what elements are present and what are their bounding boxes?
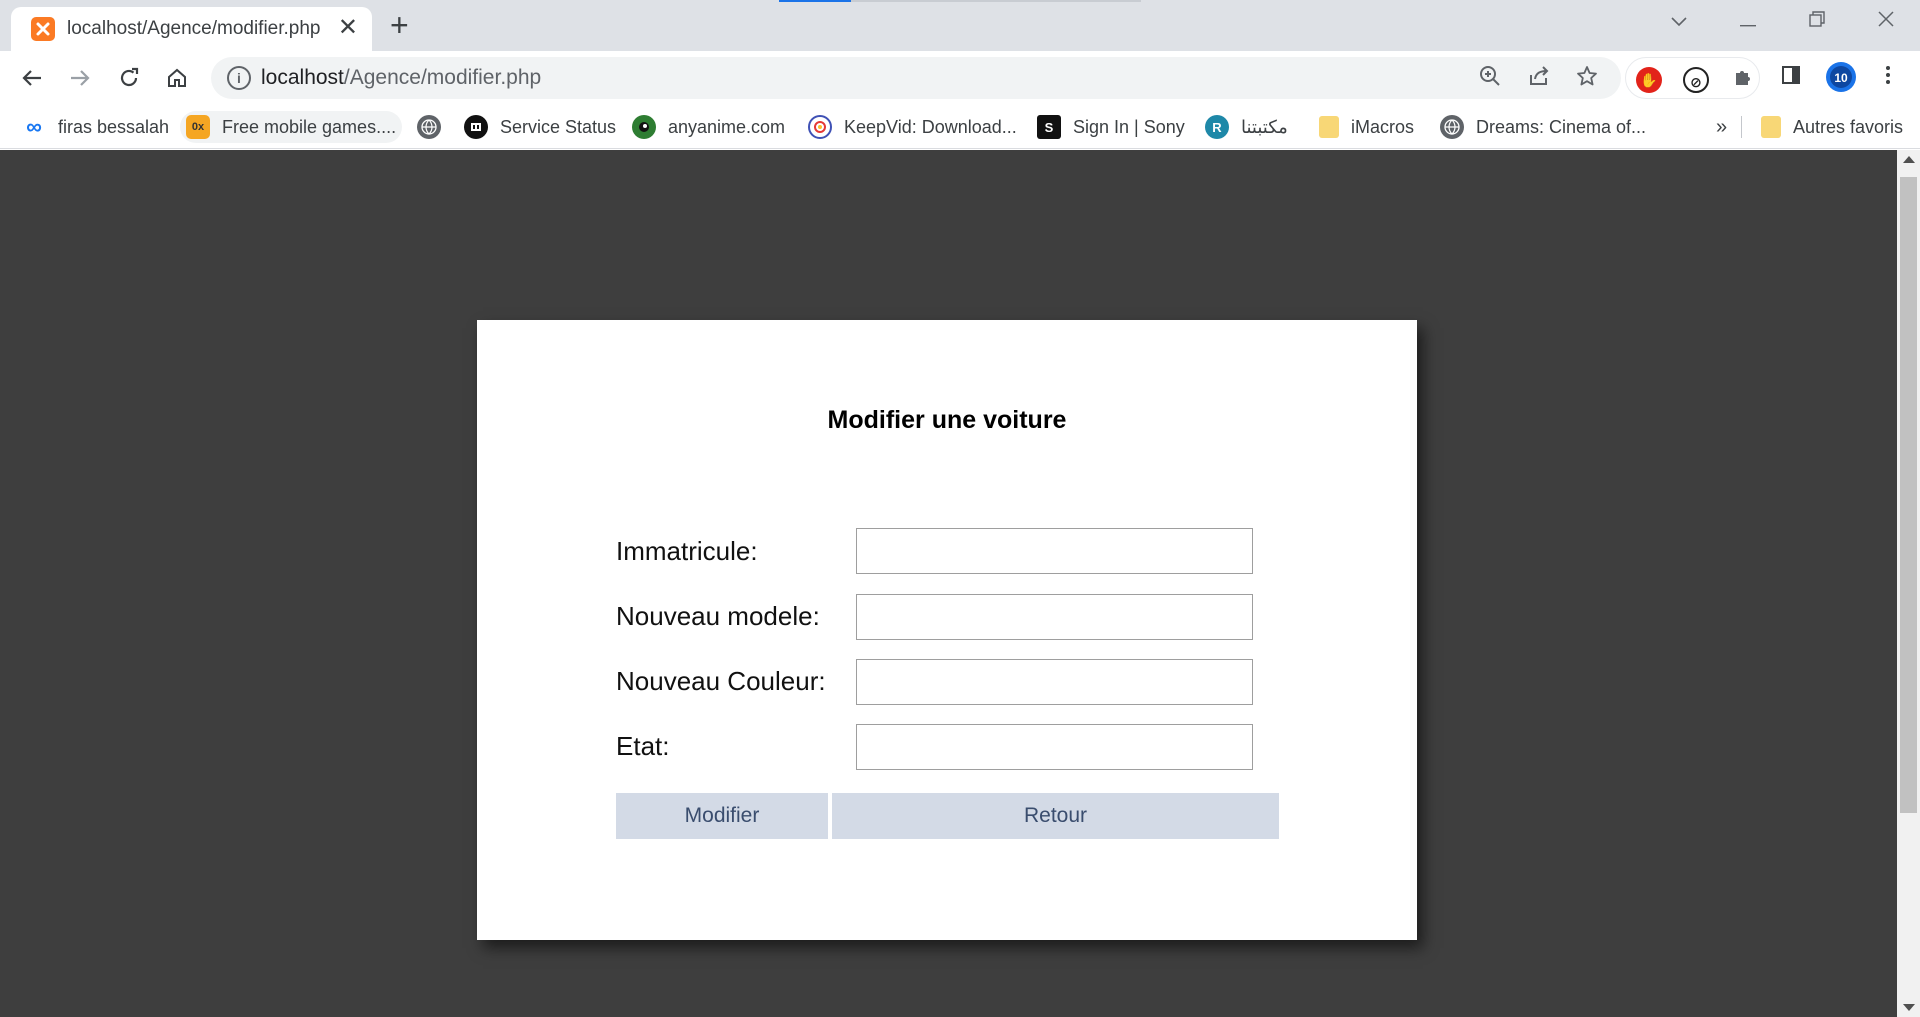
address-bar[interactable]: i localhost/Agence/modifier.php	[211, 57, 1621, 99]
bookmarks-overflow-button[interactable]: »	[1710, 111, 1733, 143]
extensions-area: ✋ ⊘	[1625, 57, 1760, 99]
back-icon[interactable]	[14, 60, 50, 96]
anyanime-icon	[632, 115, 656, 139]
tab-indicator	[779, 0, 851, 2]
service-status-icon	[464, 115, 488, 139]
scroll-down-arrow-icon[interactable]	[1903, 1004, 1915, 1011]
side-panel-icon[interactable]	[1776, 63, 1806, 93]
scrollbar-thumb[interactable]	[1900, 177, 1917, 813]
xampp-icon	[31, 17, 55, 41]
bookmark-dreams-cinema[interactable]: Dreams: Cinema of...	[1434, 111, 1652, 143]
link-extension-icon[interactable]: ⊘	[1683, 67, 1709, 93]
etat-label: Etat:	[616, 731, 670, 761]
extensions-puzzle-icon[interactable]	[1730, 67, 1756, 93]
bookmark-label: firas bessalah	[58, 116, 170, 137]
other-bookmarks-label: Autres favoris	[1793, 116, 1904, 137]
new-tab-button[interactable]: +	[390, 9, 409, 41]
bookmark-label: Service Status	[500, 116, 617, 137]
globe-icon	[1440, 115, 1464, 139]
bookmark-maktabatuna[interactable]: R مكتبتنا	[1199, 111, 1294, 143]
nouveau-couleur-input[interactable]	[856, 659, 1253, 705]
globe-icon	[417, 115, 441, 139]
tab-search-chevron-icon[interactable]	[1659, 6, 1699, 36]
bookmark-label: Free mobile games....	[222, 116, 397, 137]
bookmark-star-icon[interactable]	[1573, 65, 1601, 93]
bookmark-label: anyanime.com	[668, 116, 786, 137]
bookmark-label: Sign In | Sony	[1073, 116, 1185, 137]
minimize-icon[interactable]	[1728, 6, 1768, 36]
restore-icon[interactable]	[1797, 6, 1837, 36]
bookmark-anyanime[interactable]: anyanime.com	[626, 111, 791, 143]
bookmark-sony[interactable]: S Sign In | Sony	[1031, 111, 1191, 143]
forward-icon[interactable]	[62, 60, 98, 96]
chrome-menu-icon[interactable]	[1873, 63, 1903, 93]
tab-strip: localhost/Agence/modifier.php ✕ +	[0, 0, 1920, 51]
profile-avatar-icon[interactable]: 10	[1825, 61, 1856, 92]
bookmark-keepvid[interactable]: KeepVid: Download...	[802, 111, 1023, 143]
url-host: localhost	[261, 66, 344, 89]
games-icon: 0x	[186, 115, 210, 139]
nouveau-modele-label: Nouveau modele:	[616, 601, 820, 631]
immatricule-label: Immatricule:	[616, 536, 758, 566]
bookmark-firas-bessalah[interactable]: ∞ firas bessalah	[16, 111, 175, 143]
scroll-up-arrow-icon[interactable]	[1903, 156, 1915, 163]
close-window-icon[interactable]	[1866, 6, 1906, 36]
bookmarks-separator	[1741, 116, 1742, 138]
url-path: /Agence/modifier.php	[343, 66, 542, 89]
reload-icon[interactable]	[111, 60, 147, 96]
maktabatuna-icon: R	[1205, 115, 1229, 139]
folder-icon	[1319, 116, 1339, 138]
bookmarks-bar: ∞ firas bessalah 0x Free mobile games...…	[0, 105, 1920, 149]
tab-close-icon[interactable]: ✕	[338, 16, 358, 40]
sony-icon: S	[1037, 115, 1061, 139]
nouveau-couleur-label: Nouveau Couleur:	[616, 666, 826, 696]
share-icon[interactable]	[1525, 65, 1553, 93]
other-bookmarks-folder[interactable]: Autres favoris	[1755, 111, 1909, 143]
retour-button[interactable]: Retour	[832, 793, 1279, 839]
bookmark-free-mobile-games[interactable]: 0x Free mobile games....	[180, 111, 403, 143]
bookmark-label: مكتبتنا	[1241, 116, 1288, 137]
page-viewport: Modifier une voiture Immatricule: Nouvea…	[0, 150, 1897, 1017]
adblock-icon[interactable]: ✋	[1636, 67, 1662, 93]
bookmark-folder-imacros[interactable]: iMacros	[1313, 111, 1420, 143]
form-card: Modifier une voiture Immatricule: Nouvea…	[477, 320, 1417, 940]
browser-toolbar: i localhost/Agence/modifier.php ✋ ⊘ 10	[0, 51, 1920, 105]
site-info-icon[interactable]: i	[227, 66, 251, 90]
address-url[interactable]: localhost/Agence/modifier.php	[261, 66, 541, 90]
active-tab[interactable]: localhost/Agence/modifier.php ✕	[11, 7, 372, 51]
zoom-icon[interactable]	[1476, 65, 1504, 93]
tab-title: localhost/Agence/modifier.php	[67, 18, 321, 39]
immatricule-input[interactable]	[856, 528, 1253, 574]
modifier-button[interactable]: Modifier	[616, 793, 828, 839]
keepvid-icon	[808, 115, 832, 139]
meta-icon: ∞	[26, 114, 42, 139]
page-title: Modifier une voiture	[827, 406, 1067, 434]
nouveau-modele-input[interactable]	[856, 594, 1253, 640]
bookmark-label: Dreams: Cinema of...	[1476, 116, 1647, 137]
folder-icon	[1761, 116, 1781, 138]
bookmark-service-status[interactable]: Service Status	[458, 111, 622, 143]
tab-indicator-track	[851, 0, 1141, 2]
page-scrollbar[interactable]	[1897, 150, 1920, 1017]
etat-input[interactable]	[856, 724, 1253, 770]
bookmark-globe[interactable]	[411, 111, 447, 143]
bookmark-label: iMacros	[1351, 116, 1415, 137]
svg-text:10: 10	[1834, 71, 1848, 85]
bookmark-label: KeepVid: Download...	[844, 116, 1017, 137]
home-icon[interactable]	[159, 60, 195, 96]
